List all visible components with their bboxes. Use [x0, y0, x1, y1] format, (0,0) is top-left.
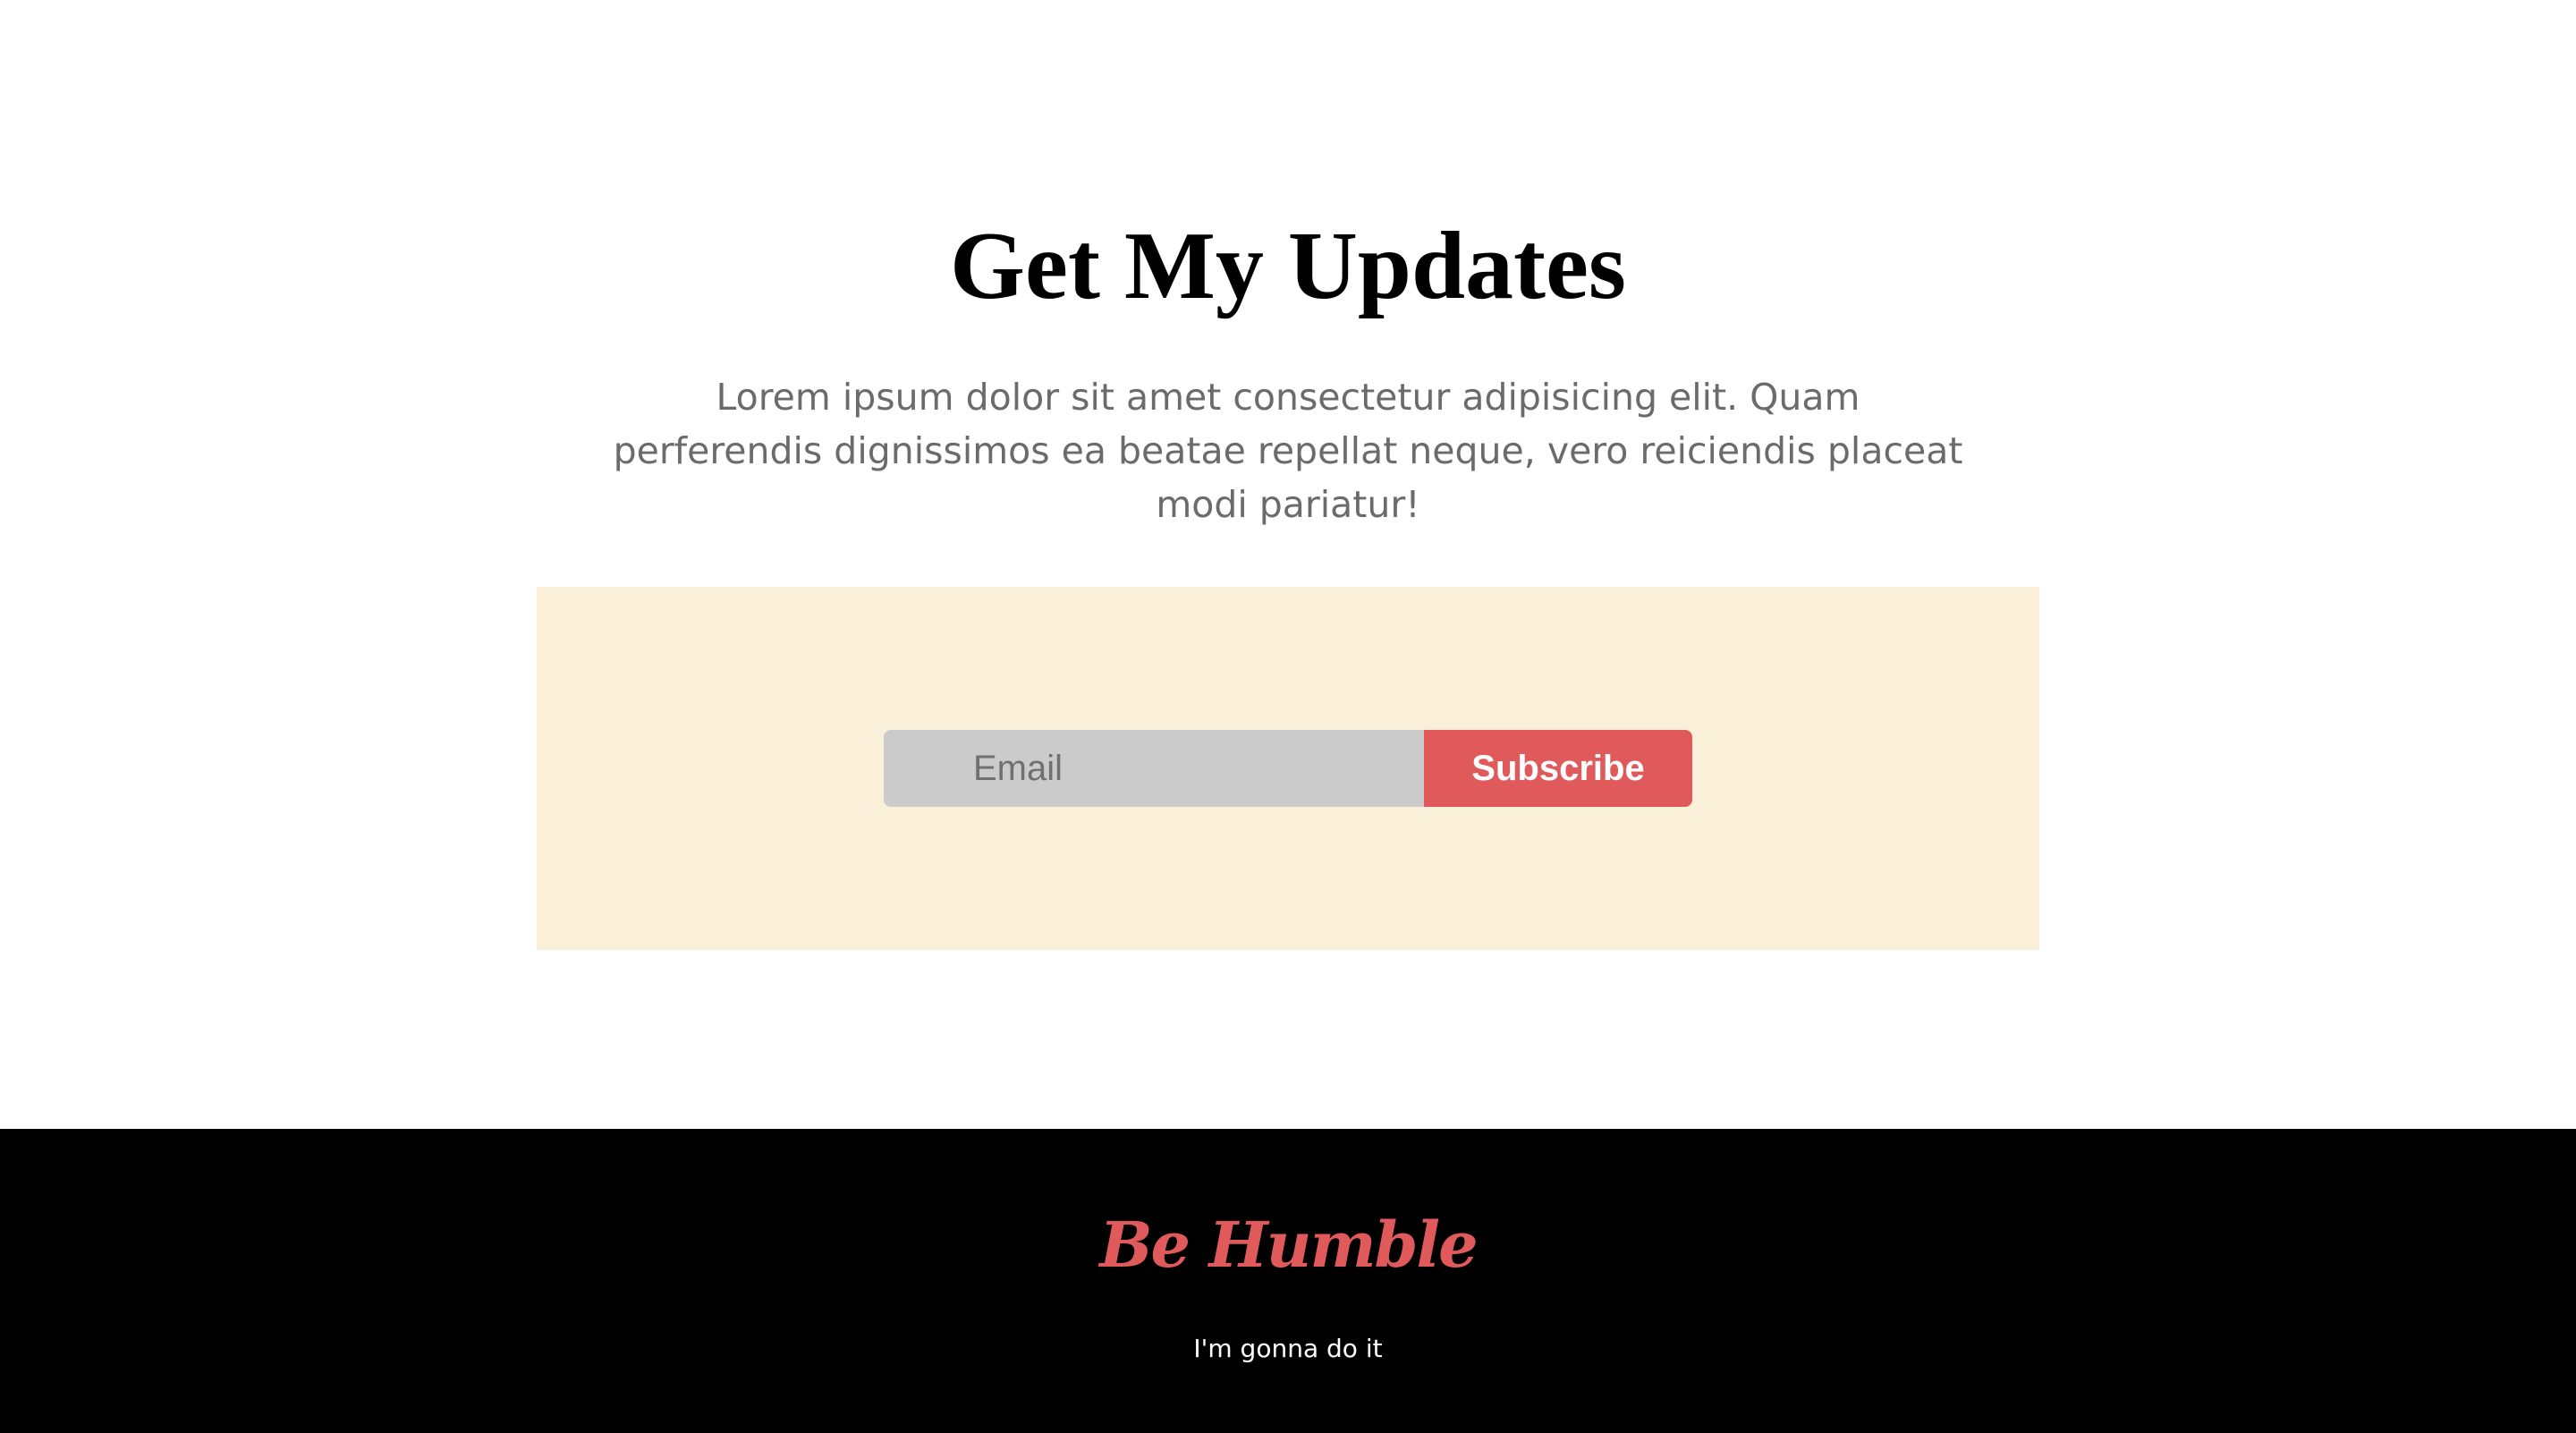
section-description: Lorem ipsum dolor sit amet consectetur a…: [613, 376, 1963, 526]
page: Get My Updates Lorem ipsum dolor sit ame…: [0, 0, 2576, 1433]
updates-section: Get My Updates Lorem ipsum dolor sit ame…: [0, 0, 2576, 1129]
site-footer: Be Humble I'm gonna do it: [0, 1129, 2576, 1433]
section-title: Get My Updates: [950, 213, 1626, 319]
email-input[interactable]: [884, 730, 1424, 807]
footer-tagline: I'm gonna do it: [1193, 1334, 1383, 1363]
subscribe-form: Subscribe: [884, 730, 1692, 807]
subscribe-panel: Subscribe: [537, 587, 2039, 950]
subscribe-button[interactable]: Subscribe: [1424, 730, 1692, 807]
footer-brand-logo: Be Humble: [1099, 1208, 1478, 1282]
